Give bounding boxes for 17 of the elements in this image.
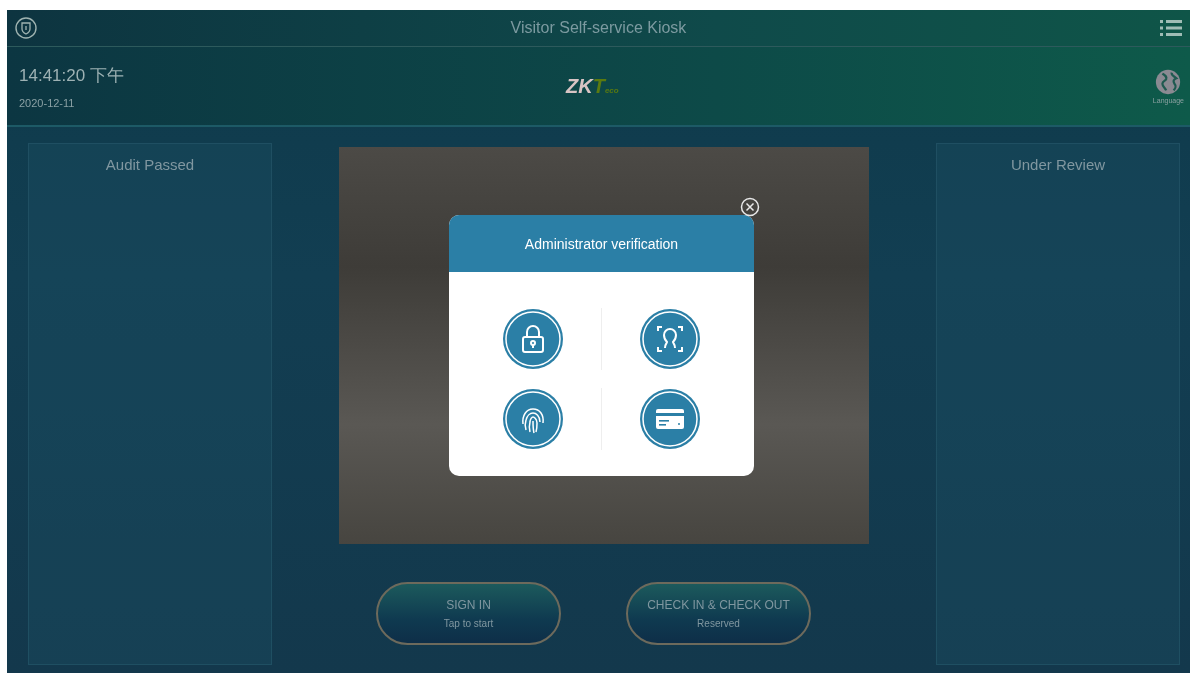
clock-date: 2020-12-11 [19, 96, 76, 109]
padlock-icon[interactable] [501, 308, 564, 370]
shield-icon[interactable] [15, 17, 37, 39]
close-icon[interactable] [740, 197, 760, 217]
kiosk-title: Visitor Self-service Kiosk [509, 19, 688, 37]
fingerprint-icon[interactable] [501, 388, 564, 450]
globe-icon[interactable] [1154, 68, 1183, 96]
brand-logo: ZKTeco [564, 74, 620, 98]
dialog-title: Administrator verification [524, 235, 679, 252]
panel-title: Under Review [1010, 156, 1106, 174]
action-button[interactable]: SIGN IN Tap to start [376, 582, 561, 645]
clock-time: 14:41:20 下午 [19, 64, 125, 87]
menu-icon[interactable] [1160, 19, 1182, 37]
action-button[interactable]: CHECK IN & CHECK OUT Reserved [626, 582, 811, 645]
panel-title: Audit Passed [105, 156, 195, 174]
card-icon[interactable] [638, 388, 701, 450]
face-scan-icon[interactable] [638, 308, 701, 370]
